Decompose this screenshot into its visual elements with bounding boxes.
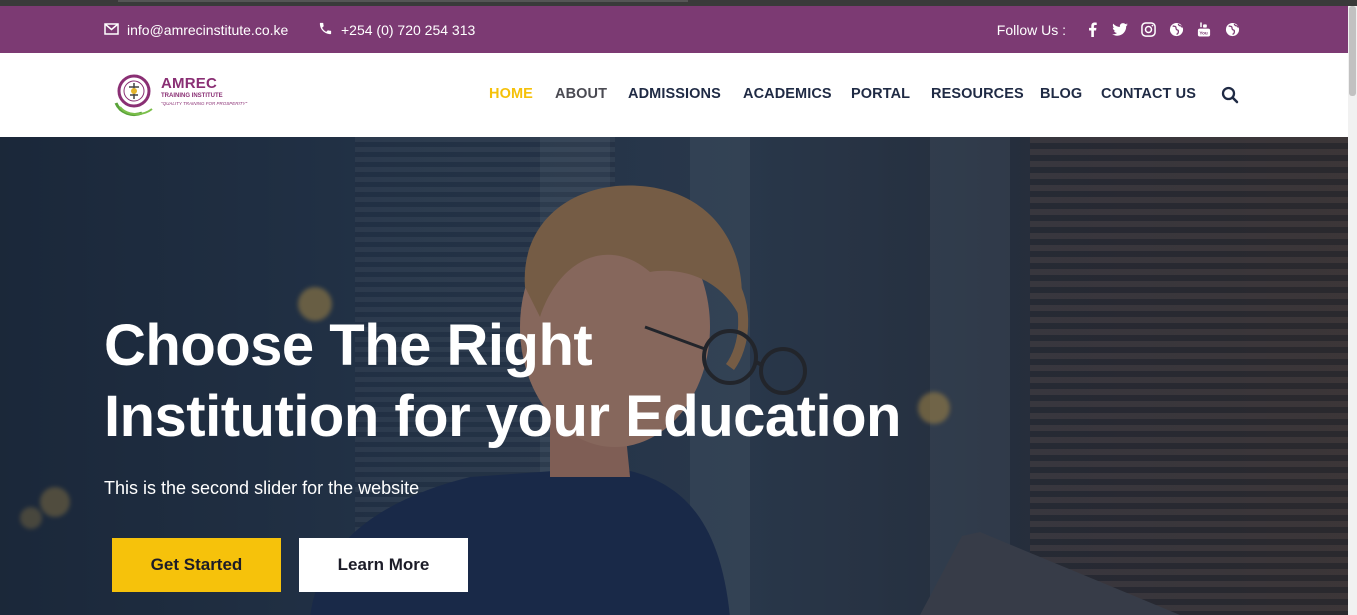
svg-text:You: You	[1199, 31, 1208, 36]
search-icon[interactable]	[1221, 86, 1239, 104]
phone-contact[interactable]: +254 (0) 720 254 313	[318, 6, 475, 53]
nav-contact-us[interactable]: CONTACT US	[1101, 86, 1196, 102]
facebook-icon[interactable]	[1084, 22, 1100, 38]
main-navbar: AMREC TRAINING INSTITUTE "QUALITY TRAINI…	[0, 53, 1348, 137]
instagram-icon[interactable]	[1140, 22, 1156, 38]
hero-title-line-2: Institution for your Education	[104, 384, 901, 449]
nav-resources[interactable]: RESOURCES	[931, 86, 1024, 102]
hero-slider: Choose The Right Institution for your Ed…	[0, 137, 1348, 615]
social-links: You	[1072, 22, 1240, 38]
nav-portal[interactable]: PORTAL	[851, 86, 910, 102]
page-scrollbar[interactable]	[1348, 6, 1357, 615]
mail-icon	[104, 22, 127, 38]
logo-tagline: "QUALITY TRAINING FOR PROSPERITY"	[161, 101, 248, 106]
nav-home[interactable]: HOME	[489, 86, 533, 102]
nav-admissions[interactable]: ADMISSIONS	[628, 86, 721, 102]
browser-tab-strip	[118, 0, 688, 2]
scrollbar-thumb[interactable]	[1349, 6, 1356, 96]
hero-title: Choose The Right Institution for your Ed…	[104, 310, 924, 452]
phone-text: +254 (0) 720 254 313	[341, 21, 476, 38]
phone-icon	[318, 21, 341, 39]
logo-name: AMREC	[161, 75, 217, 92]
hero-title-line-1: Choose The Right	[104, 313, 593, 378]
follow-us: Follow Us : You	[997, 6, 1240, 53]
learn-more-button[interactable]: Learn More	[299, 538, 468, 592]
nav-about[interactable]: ABOUT	[555, 86, 607, 102]
hero-subtitle: This is the second slider for the websit…	[104, 478, 420, 498]
top-contact-bar: info@amrecinstitute.co.ke +254 (0) 720 2…	[0, 6, 1348, 53]
email-text: info@amrecinstitute.co.ke	[127, 21, 289, 38]
twitter-icon[interactable]	[1112, 22, 1128, 38]
site-logo[interactable]: AMREC TRAINING INSTITUTE "QUALITY TRAINI…	[112, 71, 252, 119]
get-started-button[interactable]: Get Started	[112, 538, 281, 592]
globe-icon[interactable]	[1168, 22, 1184, 38]
follow-label: Follow Us :	[996, 21, 1066, 38]
logo-emblem-icon	[114, 74, 153, 117]
email-contact[interactable]: info@amrecinstitute.co.ke	[104, 6, 288, 53]
youtube-icon[interactable]: You	[1196, 22, 1212, 38]
globe-icon[interactable]	[1224, 22, 1240, 38]
nav-blog[interactable]: BLOG	[1040, 86, 1082, 102]
logo-subtitle: TRAINING INSTITUTE	[161, 93, 223, 99]
nav-academics[interactable]: ACADEMICS	[743, 86, 832, 102]
